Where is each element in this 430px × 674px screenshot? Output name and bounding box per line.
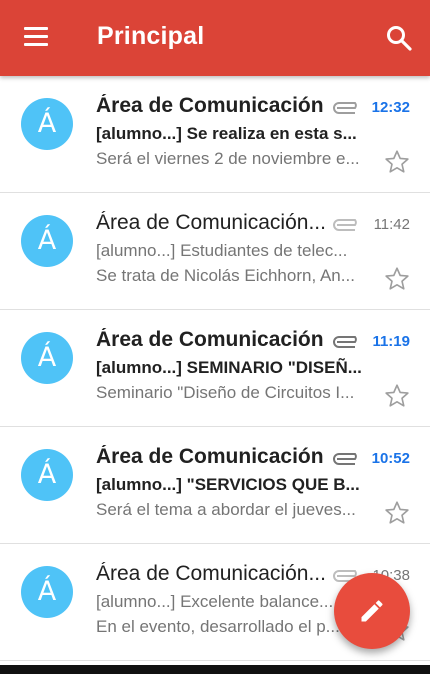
- email-time: 11:42: [373, 216, 410, 233]
- attachment-icon: [333, 102, 357, 114]
- star-icon[interactable]: [383, 499, 411, 527]
- sender-name: Área de Comunicación: [96, 445, 324, 468]
- email-snippet: Será el viernes 2 de noviembre e...: [96, 149, 360, 168]
- email-subject: [alumno...] Se realiza en esta s...: [96, 124, 357, 143]
- email-time: 12:32: [371, 99, 410, 116]
- avatar: Á: [21, 332, 73, 384]
- avatar: Á: [21, 566, 73, 618]
- app-bar: Principal: [0, 0, 430, 76]
- email-row[interactable]: Á Área de Comunicación 10:52 [alumno...]…: [0, 427, 430, 544]
- email-subject: [alumno...] Estudiantes de telec...: [96, 241, 348, 260]
- menu-icon[interactable]: [24, 27, 48, 47]
- email-snippet: En el evento, desarrollado el p...: [96, 617, 340, 636]
- star-icon[interactable]: [383, 265, 411, 293]
- attachment-icon: [333, 453, 357, 465]
- sender-name: Área de Comunicación...: [96, 211, 326, 234]
- email-row[interactable]: Á Área de Comunicación 11:19 [alumno...]…: [0, 310, 430, 427]
- compose-button[interactable]: [334, 573, 410, 649]
- email-snippet: Se trata de Nicolás Eichhorn, An...: [96, 266, 355, 285]
- star-icon[interactable]: [383, 148, 411, 176]
- search-icon[interactable]: [385, 24, 413, 52]
- star-icon[interactable]: [383, 382, 411, 410]
- pencil-icon: [361, 600, 383, 622]
- attachment-icon: [333, 336, 357, 348]
- email-snippet: Seminario "Diseño de Circuitos I...: [96, 383, 355, 402]
- avatar: Á: [21, 98, 73, 150]
- email-time: 10:52: [371, 450, 410, 467]
- email-snippet: Será el tema a abordar el jueves...: [96, 500, 356, 519]
- avatar: Á: [21, 449, 73, 501]
- avatar: Á: [21, 215, 73, 267]
- email-subject: [alumno...] SEMINARIO "DISEÑ...: [96, 358, 362, 377]
- sender-name: Área de Comunicación...: [96, 562, 326, 585]
- email-time: 11:19: [372, 333, 410, 350]
- sender-name: Área de Comunicación: [96, 94, 324, 117]
- page-title: Principal: [97, 22, 205, 50]
- email-row[interactable]: Á Área de Comunicación 12:32 [alumno...]…: [0, 76, 430, 193]
- email-subject: [alumno...] "SERVICIOS QUE B...: [96, 475, 360, 494]
- attachment-icon: [333, 219, 357, 231]
- screen-bottom-edge: [0, 665, 430, 674]
- sender-name: Área de Comunicación: [96, 328, 324, 351]
- email-row[interactable]: Á Área de Comunicación... 11:42 [alumno.…: [0, 193, 430, 310]
